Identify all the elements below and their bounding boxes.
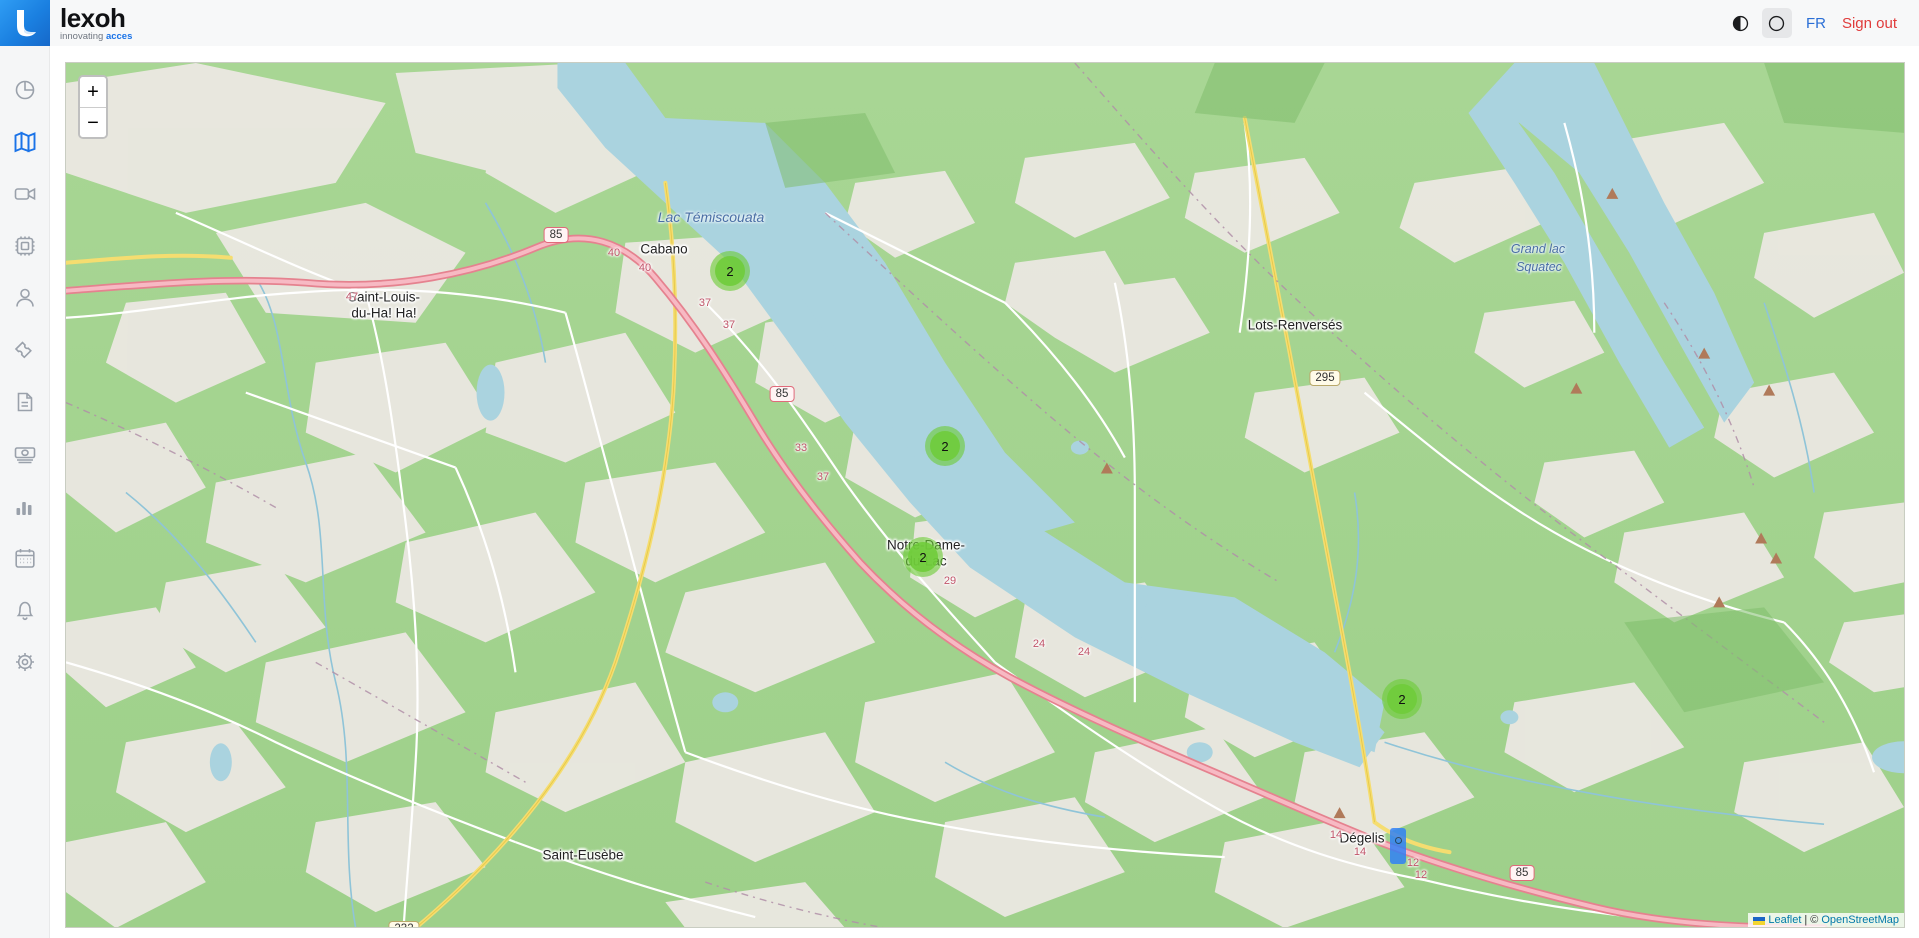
- road-number-label: 37: [722, 319, 736, 331]
- sidebar-item-reports[interactable]: [0, 480, 50, 532]
- cluster-count: 2: [908, 542, 938, 572]
- leaflet-map[interactable]: + − Lac Témiscouata Grand lac Squatec Caban…: [65, 62, 1905, 928]
- road-number-label: 47: [345, 291, 359, 303]
- degelis-camera-marker[interactable]: [1390, 828, 1406, 864]
- route-shield: 295: [1309, 370, 1341, 386]
- bell-icon: [16, 601, 33, 621]
- sidebar-item-tickets[interactable]: [0, 324, 50, 376]
- contrast-toggle-button[interactable]: [1726, 8, 1756, 38]
- copyright-symbol: ©: [1810, 914, 1819, 926]
- pie-chart-icon: [15, 80, 34, 100]
- cash-icon: [14, 447, 35, 464]
- ukraine-flag-icon: [1753, 916, 1766, 925]
- road-number-label: 29: [943, 575, 957, 587]
- calendar-icon: [14, 549, 35, 568]
- cluster-count: 2: [715, 256, 745, 286]
- sidebar-item-notifications[interactable]: [0, 584, 50, 636]
- tagline-accent: acces: [105, 30, 133, 42]
- user-icon: [15, 288, 34, 307]
- route-shield: 85: [1509, 865, 1535, 881]
- circle-outline-icon: [1769, 15, 1785, 31]
- sidebar-item-dashboard[interactable]: [0, 64, 50, 116]
- bar-chart-icon: [16, 502, 31, 515]
- map-icon: [14, 131, 35, 153]
- camera-marker-dot: [1394, 837, 1402, 844]
- route-shield: 232: [388, 921, 420, 927]
- map-attribution: Leaflet | © OpenStreetMap: [1748, 913, 1904, 927]
- document-icon: [17, 392, 32, 412]
- leaflet-link[interactable]: Leaflet: [1768, 914, 1801, 926]
- brand-wordmark: lexoh innovating acces: [60, 5, 132, 42]
- road-number-label: 40: [638, 262, 652, 274]
- gear-icon: [15, 653, 34, 671]
- map-cluster-marker[interactable]: 2: [903, 537, 943, 577]
- brand-tagline: innovating acces: [60, 32, 132, 42]
- zoom-in-button[interactable]: +: [80, 77, 106, 107]
- tagline-plain: innovating: [60, 30, 106, 42]
- road-number-label: 14: [1353, 846, 1367, 858]
- chip-icon: [15, 236, 34, 256]
- zoom-out-button[interactable]: −: [80, 107, 106, 137]
- header-actions: FR Sign out: [1726, 8, 1919, 38]
- sign-out-link[interactable]: Sign out: [1838, 15, 1901, 32]
- app-header: lexoh innovating acces FR Sign out: [50, 0, 1919, 46]
- sidebar-item-documents[interactable]: [0, 376, 50, 428]
- route-shield: 85: [543, 227, 569, 243]
- road-number-label: 33: [794, 442, 808, 454]
- video-camera-icon: [14, 187, 35, 201]
- cluster-count: 2: [930, 431, 960, 461]
- attribution-separator: |: [1804, 914, 1808, 926]
- road-number-label: 12: [1414, 869, 1428, 881]
- map-cluster-marker[interactable]: 2: [925, 426, 965, 466]
- route-shield: 85: [769, 386, 795, 402]
- openstreetmap-link[interactable]: OpenStreetMap: [1821, 914, 1899, 926]
- road-number-label: 40: [607, 247, 621, 259]
- map-cluster-marker[interactable]: 2: [1382, 679, 1422, 719]
- sidebar-nav: [0, 64, 50, 688]
- app-logo[interactable]: [0, 0, 50, 46]
- sidebar-item-map[interactable]: [0, 116, 50, 168]
- road-number-label: 24: [1032, 638, 1046, 650]
- road-number-label: 12: [1406, 857, 1420, 869]
- sidebar: [0, 0, 50, 938]
- sidebar-item-devices[interactable]: [0, 220, 50, 272]
- road-number-label: 24: [1077, 646, 1091, 658]
- sidebar-item-cameras[interactable]: [0, 168, 50, 220]
- brand-name: lexoh: [60, 2, 126, 33]
- contrast-half-circle-icon: [1733, 15, 1749, 31]
- sidebar-item-billing[interactable]: [0, 428, 50, 480]
- cluster-count: 2: [1387, 684, 1417, 714]
- ticket-icon: [14, 341, 32, 359]
- map-tiles: [66, 63, 1904, 927]
- map-zoom-control: + −: [78, 75, 108, 139]
- sidebar-item-calendar[interactable]: [0, 532, 50, 584]
- language-switch-fr[interactable]: FR: [1800, 15, 1832, 32]
- sidebar-item-users[interactable]: [0, 272, 50, 324]
- lexoh-leaf-logo-icon: [16, 10, 36, 37]
- map-cluster-marker[interactable]: 2: [710, 251, 750, 291]
- road-number-label: 37: [816, 471, 830, 483]
- road-number-label: 37: [698, 297, 712, 309]
- theme-toggle-button[interactable]: [1761, 8, 1792, 38]
- sidebar-item-settings[interactable]: [0, 636, 50, 688]
- road-number-label: 14: [1329, 829, 1343, 841]
